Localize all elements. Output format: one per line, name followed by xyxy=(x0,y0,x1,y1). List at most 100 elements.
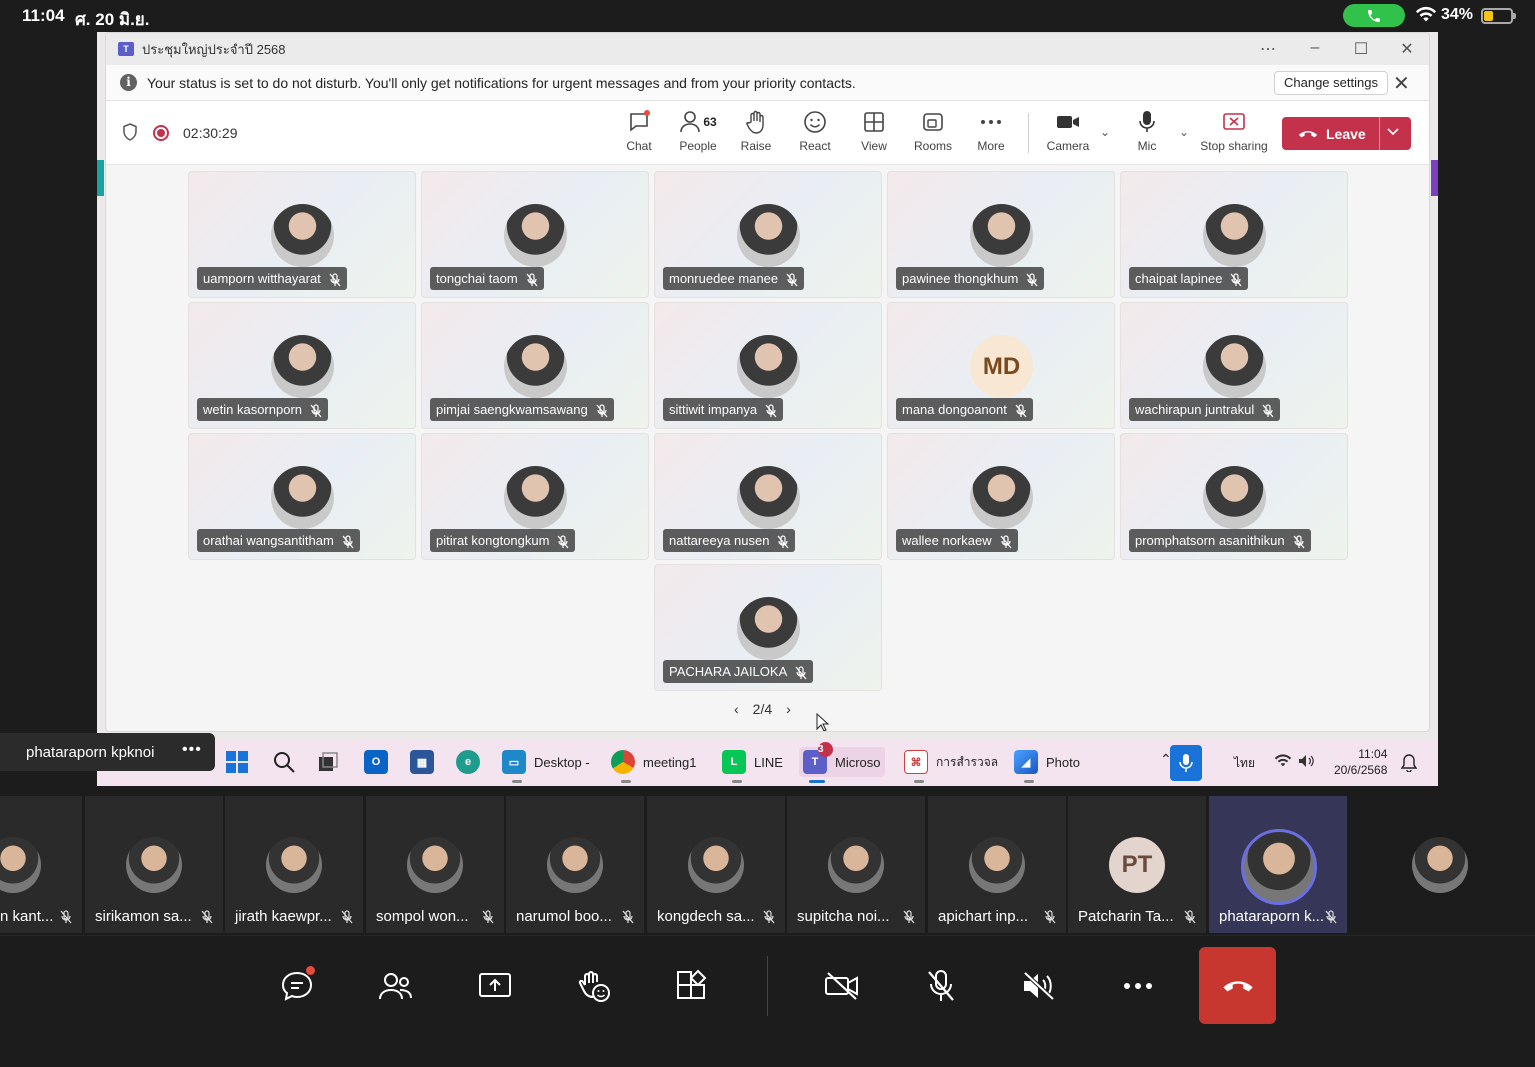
participant-thumbnail[interactable] xyxy=(1371,796,1509,933)
avatar xyxy=(737,204,800,267)
participant-tile[interactable]: pitirat kongtongkum xyxy=(421,433,649,560)
participant-name-label: chaipat lapinee xyxy=(1129,267,1249,290)
participant-thumbnail[interactable]: phataraporn k... xyxy=(1209,796,1347,933)
close-notice-icon[interactable]: ✕ xyxy=(1393,71,1410,96)
participant-tile[interactable]: wetin kasornporn xyxy=(188,302,416,429)
people-icon xyxy=(680,111,701,133)
taskbar-photos[interactable]: ◢ Photo xyxy=(1014,747,1080,783)
participant-tile[interactable]: PACHARA JAILOKA xyxy=(654,564,882,691)
active-call-pill[interactable] xyxy=(1343,4,1405,27)
participant-tile[interactable]: nattareeya nusen xyxy=(654,433,882,560)
speaker-toggle-button[interactable] xyxy=(1015,966,1063,1006)
participant-tile[interactable]: tongchai taom xyxy=(421,171,649,298)
participant-tile[interactable]: chaipat lapinee xyxy=(1120,171,1348,298)
camera-toggle-button[interactable] xyxy=(818,966,866,1006)
share-screen-button[interactable] xyxy=(471,966,519,1006)
react-button[interactable]: React xyxy=(787,107,843,153)
participant-tile[interactable]: monruedee manee xyxy=(654,171,882,298)
taskbar-chrome[interactable]: meeting1 xyxy=(611,747,696,783)
reactions-button[interactable] xyxy=(570,966,618,1006)
participant-thumbnail[interactable]: PT Patcharin Ta... xyxy=(1068,796,1206,933)
taskbar-desktop[interactable]: ▭ Desktop - xyxy=(502,747,590,783)
participants-button[interactable] xyxy=(372,966,420,1006)
avatar: PT xyxy=(1109,837,1165,893)
participant-thumbnail[interactable]: supitcha noi... xyxy=(787,796,925,933)
task-view-button[interactable] xyxy=(317,747,339,777)
more-options-button[interactable] xyxy=(1114,966,1162,1006)
participant-name-label: wallee norkaew xyxy=(896,529,1018,552)
wifi-icon[interactable] xyxy=(1274,754,1292,768)
maximize-icon[interactable]: ☐ xyxy=(1351,39,1371,59)
taskbar-store[interactable]: ▦ xyxy=(410,747,434,777)
call-controls-bar xyxy=(0,935,1535,1067)
chat-button[interactable]: Chat xyxy=(611,107,667,153)
people-button[interactable]: 63 People xyxy=(670,107,726,153)
minimize-icon[interactable]: – xyxy=(1305,39,1325,57)
apps-button[interactable] xyxy=(668,966,716,1006)
camera-button[interactable]: Camera xyxy=(1040,107,1096,153)
hand-icon xyxy=(746,110,764,134)
tray-mic-button[interactable] xyxy=(1170,745,1202,781)
presenter-name-pill[interactable]: phataraporn kpknoi ••• xyxy=(0,733,215,771)
leave-button[interactable]: Leave xyxy=(1282,117,1411,150)
stop-sharing-button[interactable]: Stop sharing xyxy=(1198,107,1270,153)
mic-toggle-button[interactable] xyxy=(917,966,965,1006)
input-language[interactable]: ไทย xyxy=(1234,754,1255,773)
taskbar-edge[interactable]: e xyxy=(456,747,480,777)
running-indicator xyxy=(512,780,522,783)
taskbar-teams[interactable]: T3 Microso xyxy=(799,742,885,783)
recording-icon xyxy=(153,125,169,141)
view-button[interactable]: View xyxy=(846,107,902,153)
mic-muted-icon xyxy=(1000,533,1012,556)
mic-muted-icon xyxy=(622,910,634,929)
mic-muted-icon xyxy=(765,402,777,425)
participant-tile[interactable]: MD mana dongoanont xyxy=(887,302,1115,429)
participant-tile[interactable]: sittiwit impanya xyxy=(654,302,882,429)
participant-thumbnail[interactable]: apichart inp... xyxy=(928,796,1066,933)
camera-options-chevron-icon[interactable]: ⌄ xyxy=(1100,125,1110,139)
raise-hand-button[interactable]: Raise xyxy=(728,107,784,153)
more-options-icon[interactable]: ⋯ xyxy=(1258,39,1278,59)
participant-tile[interactable]: uamporn witthayarat xyxy=(188,171,416,298)
taskbar-line[interactable]: L LINE xyxy=(722,747,783,783)
start-button[interactable] xyxy=(225,747,249,777)
participant-thumbnail[interactable]: n kant... xyxy=(0,796,82,933)
taskbar-pdf[interactable]: ⌘ การสำรวจล xyxy=(904,747,998,783)
participant-thumbnail[interactable]: sirikamon sa... xyxy=(85,796,223,933)
more-button[interactable]: More xyxy=(963,107,1019,153)
participant-tile[interactable]: wallee norkaew xyxy=(887,433,1115,560)
leave-label: Leave xyxy=(1326,125,1366,142)
change-settings-button[interactable]: Change settings xyxy=(1274,71,1388,95)
close-window-icon[interactable]: ✕ xyxy=(1397,39,1417,59)
participant-tile[interactable]: orathai wangsantitham xyxy=(188,433,416,560)
participant-thumbnail[interactable]: kongdech sa... xyxy=(647,796,785,933)
previous-page-icon[interactable]: ‹ xyxy=(734,701,739,717)
rooms-button[interactable]: Rooms xyxy=(905,107,961,153)
participant-thumbnail[interactable]: sompol won... xyxy=(366,796,504,933)
participant-tile[interactable]: promphatsorn asanithikun xyxy=(1120,433,1348,560)
taskbar-outlook[interactable]: O xyxy=(364,747,388,777)
speaker-icon[interactable] xyxy=(1298,754,1316,768)
participant-tile[interactable]: wachirapun juntrakul xyxy=(1120,302,1348,429)
leave-options-chevron-icon[interactable] xyxy=(1386,125,1400,139)
participant-thumbnail[interactable]: jirath kaewpr... xyxy=(225,796,363,933)
participant-tile[interactable]: pimjai saengkwamsawang xyxy=(421,302,649,429)
presenter-options-icon[interactable]: ••• xyxy=(182,741,202,759)
participant-tile[interactable]: pawinee thongkhum xyxy=(887,171,1115,298)
taskbar-clock[interactable]: 11:04 20/6/2568 xyxy=(1334,746,1387,778)
mic-options-chevron-icon[interactable]: ⌄ xyxy=(1179,125,1189,139)
running-indicator xyxy=(914,780,924,783)
avatar xyxy=(504,466,567,529)
participant-name: narumol boo... xyxy=(516,908,612,925)
hang-up-button[interactable] xyxy=(1199,947,1276,1024)
search-button[interactable] xyxy=(272,747,296,777)
notification-bell-icon[interactable] xyxy=(1401,754,1417,772)
next-page-icon[interactable]: › xyxy=(786,701,791,717)
teams-logo-icon: T xyxy=(118,42,134,56)
participant-thumbnail[interactable]: narumol boo... xyxy=(506,796,644,933)
participant-name: wetin kasornporn xyxy=(203,402,302,417)
participant-name: uamporn witthayarat xyxy=(203,271,321,286)
chat-button[interactable] xyxy=(273,966,321,1006)
mic-button[interactable]: Mic xyxy=(1119,107,1175,153)
participant-name-label: promphatsorn asanithikun xyxy=(1129,529,1311,552)
